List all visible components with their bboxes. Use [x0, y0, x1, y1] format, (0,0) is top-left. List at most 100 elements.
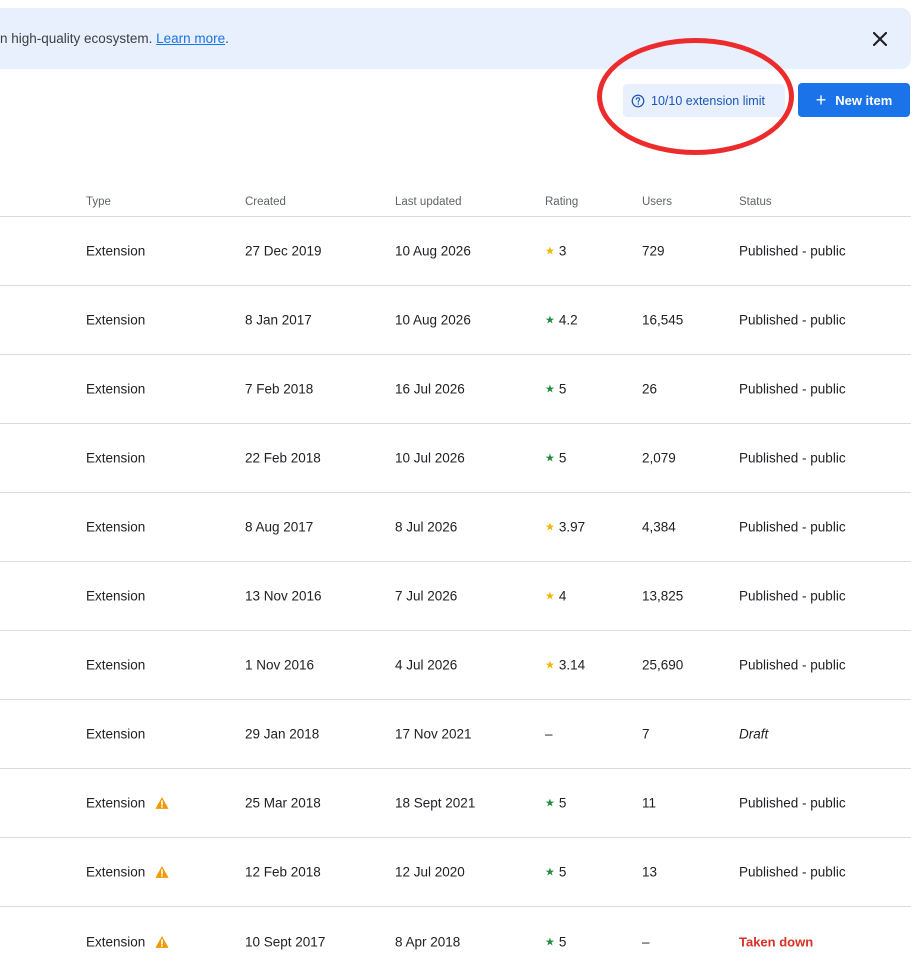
table-row[interactable]: Extension 7 Feb 2018 16 Jul 2026 ★ 5 26 P… — [0, 355, 911, 424]
header-type[interactable]: Type — [86, 196, 111, 208]
rating-cell: ★ 3.14 — [545, 657, 586, 673]
type-cell: Extension — [86, 865, 169, 880]
learn-more-link[interactable]: Learn more — [156, 31, 225, 46]
warning-icon[interactable] — [155, 797, 169, 810]
type-cell: Extension — [86, 657, 146, 673]
rating-cell: ★ 4.2 — [545, 312, 578, 328]
rating-cell: ★ 5 — [545, 934, 567, 949]
rating-cell: ★ 5 — [545, 864, 567, 880]
help-circle-icon — [631, 94, 645, 107]
status-cell: Published - public — [739, 450, 846, 466]
created-cell: 27 Dec 2019 — [245, 243, 322, 259]
updated-cell: 18 Sept 2021 — [395, 795, 476, 811]
table-row[interactable]: Extension 13 Nov 2016 7 Jul 2026 ★ 4 13,8… — [0, 562, 911, 631]
table-row[interactable]: Extension 10 Sept 2017 8 Apr 2018 ★ 5 – T… — [0, 907, 911, 965]
users-cell: 16,545 — [642, 312, 684, 328]
star-icon: ★ — [545, 521, 555, 534]
info-banner: n high-quality ecosystem. Learn more. — [0, 8, 911, 69]
status-cell: Published - public — [739, 864, 846, 880]
type-cell: Extension — [86, 381, 146, 397]
created-cell: 22 Feb 2018 — [245, 450, 321, 466]
type-cell: Extension — [86, 519, 146, 535]
star-icon: ★ — [545, 452, 555, 465]
created-cell: 8 Jan 2017 — [245, 312, 312, 328]
star-icon: ★ — [545, 245, 555, 258]
updated-cell: 8 Apr 2018 — [395, 934, 461, 949]
star-icon: ★ — [545, 797, 555, 810]
users-cell: 729 — [642, 243, 665, 259]
updated-cell: 7 Jul 2026 — [395, 588, 458, 604]
users-cell: 13,825 — [642, 588, 684, 604]
new-item-label: New item — [835, 92, 893, 108]
created-cell: 25 Mar 2018 — [245, 795, 321, 811]
star-icon: ★ — [545, 590, 555, 603]
star-icon: ★ — [545, 936, 555, 948]
table-row[interactable]: Extension 1 Nov 2016 4 Jul 2026 ★ 3.14 25… — [0, 631, 911, 700]
table-header: Type Created Last updated Rating Users S… — [0, 189, 911, 217]
status-cell: Published - public — [739, 795, 846, 811]
users-cell: 4,384 — [642, 519, 676, 535]
updated-cell: 17 Nov 2021 — [395, 726, 472, 742]
type-cell: Extension — [86, 243, 146, 259]
updated-cell: 4 Jul 2026 — [395, 657, 458, 673]
created-cell: 13 Nov 2016 — [245, 588, 322, 604]
close-icon[interactable] — [869, 28, 891, 50]
created-cell: 8 Aug 2017 — [245, 519, 314, 535]
header-created[interactable]: Created — [245, 196, 286, 208]
table-row[interactable]: Extension 8 Aug 2017 8 Jul 2026 ★ 3.97 4,… — [0, 493, 911, 562]
rating-cell: – — [545, 726, 553, 742]
rating-cell: ★ 5 — [545, 450, 567, 466]
table-row[interactable]: Extension 29 Jan 2018 17 Nov 2021 – 7 Dr… — [0, 700, 911, 769]
updated-cell: 10 Aug 2026 — [395, 312, 471, 328]
updated-cell: 16 Jul 2026 — [395, 381, 465, 397]
users-cell: 13 — [642, 864, 658, 880]
users-cell: 25,690 — [642, 657, 684, 673]
status-cell: Published - public — [739, 312, 846, 328]
status-cell: Published - public — [739, 588, 846, 604]
star-icon: ★ — [545, 314, 555, 327]
updated-cell: 12 Jul 2020 — [395, 864, 465, 880]
rating-cell: ★ 3 — [545, 243, 567, 259]
updated-cell: 8 Jul 2026 — [395, 519, 458, 535]
status-cell: Published - public — [739, 243, 846, 259]
created-cell: 1 Nov 2016 — [245, 657, 315, 673]
table-row[interactable]: Extension 22 Feb 2018 10 Jul 2026 ★ 5 2,0… — [0, 424, 911, 493]
rating-cell: ★ 3.97 — [545, 519, 586, 535]
users-cell: 26 — [642, 381, 658, 397]
header-users[interactable]: Users — [642, 196, 672, 208]
type-cell: Extension — [86, 312, 146, 328]
warning-icon[interactable] — [155, 866, 169, 879]
rating-cell: ★ 5 — [545, 795, 567, 811]
extension-limit-chip[interactable]: 10/10 extension limit — [623, 84, 785, 117]
banner-message: n high-quality ecosystem. Learn more. — [0, 31, 229, 46]
warning-icon[interactable] — [155, 935, 169, 948]
status-cell: Published - public — [739, 381, 846, 397]
table-row[interactable]: Extension 25 Mar 2018 18 Sept 2021 ★ 5 11… — [0, 769, 911, 838]
created-cell: 29 Jan 2018 — [245, 726, 320, 742]
users-cell: 2,079 — [642, 450, 676, 466]
star-icon: ★ — [545, 659, 555, 672]
new-item-button[interactable]: + New item — [798, 83, 910, 117]
type-cell: Extension — [86, 588, 146, 604]
table-row[interactable]: Extension 27 Dec 2019 10 Aug 2026 ★ 3 729… — [0, 217, 911, 286]
rating-cell: ★ 4 — [545, 588, 567, 604]
header-last-updated[interactable]: Last updated — [395, 196, 462, 208]
users-cell: 11 — [642, 795, 657, 811]
header-status[interactable]: Status — [739, 196, 772, 208]
users-cell: – — [642, 934, 650, 949]
header-rating[interactable]: Rating — [545, 196, 578, 208]
type-cell: Extension — [86, 796, 169, 811]
extension-limit-label: 10/10 extension limit — [651, 93, 765, 108]
table-row[interactable]: Extension 8 Jan 2017 10 Aug 2026 ★ 4.2 16… — [0, 286, 911, 355]
created-cell: 7 Feb 2018 — [245, 381, 314, 397]
type-cell: Extension — [86, 450, 146, 466]
status-cell: Published - public — [739, 519, 846, 535]
status-cell: Published - public — [739, 657, 846, 673]
type-cell: Extension — [86, 726, 146, 742]
plus-icon: + — [815, 89, 827, 110]
status-cell: Taken down — [739, 934, 814, 949]
type-cell: Extension — [86, 934, 169, 949]
created-cell: 12 Feb 2018 — [245, 864, 321, 880]
table-row[interactable]: Extension 12 Feb 2018 12 Jul 2020 ★ 5 13 … — [0, 838, 911, 907]
updated-cell: 10 Aug 2026 — [395, 243, 471, 259]
